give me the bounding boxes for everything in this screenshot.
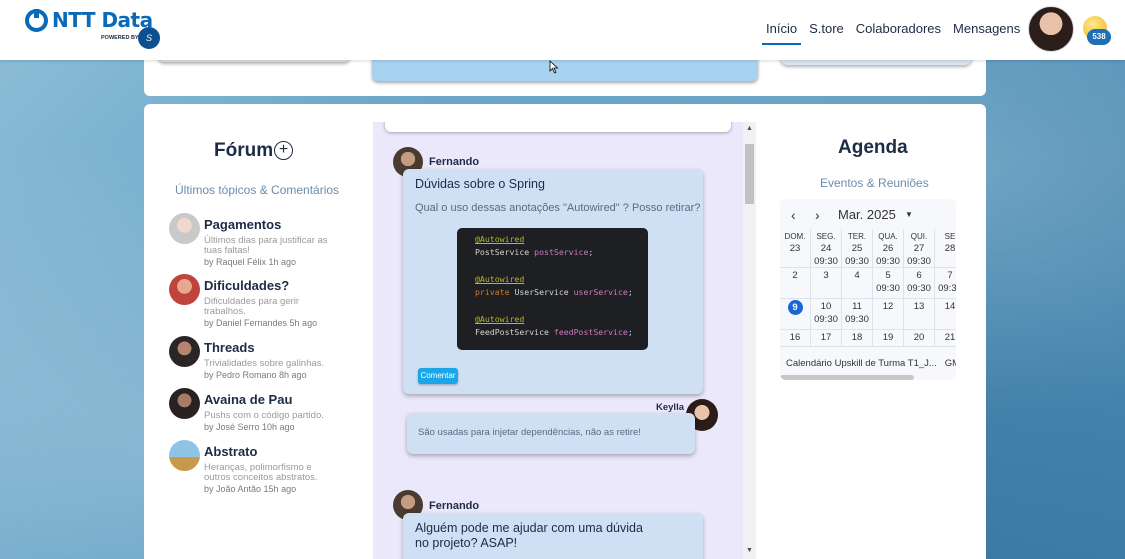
calendar-day-cell[interactable]: 19 — [873, 330, 904, 346]
calendar-day-cell[interactable]: 3 — [811, 268, 842, 298]
reply-bubble: São usadas para injetar dependências, nã… — [407, 413, 695, 454]
powered-badge: S — [138, 27, 160, 49]
topic-title: Abstrato — [204, 444, 258, 459]
post-author: Fernando — [429, 156, 480, 168]
calendar-day-cell[interactable]: 12 — [873, 299, 904, 329]
topic-description: Pushs com o código partido. by José Serro… — [204, 411, 339, 433]
post-bubble: Alguém pode me ajudar com uma dúvida no … — [403, 513, 703, 559]
topic-title: Avaina de Pau — [204, 392, 293, 407]
topic-meta: by Pedro Romano 8h ago — [204, 370, 307, 380]
topic-description: Trivialidades sobre galinhas. by Pedro Ro… — [204, 359, 339, 381]
topic-title: Dificuldades? — [204, 278, 290, 293]
main-nav: Início S.tore Colaboradores Mensagens — [762, 21, 1028, 45]
post-bubble: Dúvidas sobre o Spring Qual o uso dessas… — [403, 169, 703, 394]
calendar-week-row: DOM. 23 SEG. 24 09:30 TER. 25 09:30 QUA. 26 09:… — [780, 229, 956, 268]
post-text: Qual o uso dessas anotações "Autowired" … — [415, 202, 701, 214]
topic-meta: by João Antão 15h ago — [204, 484, 297, 494]
comment-button[interactable]: Comentar — [418, 368, 458, 384]
agenda-title: Agenda — [838, 137, 908, 158]
topic-title: Threads — [204, 340, 255, 355]
calendar-day-cell[interactable]: TER. 25 09:30 — [842, 229, 873, 267]
reply-author: Keylla — [656, 402, 684, 413]
nav-colaboradores[interactable]: Colaboradores — [852, 21, 945, 45]
agenda-subtitle: Eventos & Reuniões — [820, 176, 929, 190]
calendar-month-label[interactable]: Mar. 2025 — [838, 207, 896, 222]
calendar-day-cell[interactable]: 4 — [842, 268, 873, 298]
calendar-day-cell[interactable]: 16 — [780, 330, 811, 346]
plus-circle-icon[interactable]: + — [274, 141, 293, 160]
post-author: Fernando — [429, 500, 480, 512]
calendar-day-cell[interactable]: 20 — [904, 330, 935, 346]
calendar-day-cell[interactable]: 2 — [780, 268, 811, 298]
topic-description: Últimos dias para justificar as tuas fal… — [204, 236, 339, 268]
post-title: Dúvidas sobre o Spring — [415, 177, 545, 191]
topic-description: Dificuldades para gerir trabalhos. by Dan… — [204, 297, 339, 329]
calendar-day-cell[interactable]: 21 — [935, 330, 956, 346]
powered-by-label: POWERED BY — [101, 35, 139, 41]
calendar-day-cell[interactable]: 10 09:30 — [811, 299, 842, 329]
calendar-week-row: 2 3 4 509:30 609:30 709:30 — [780, 268, 956, 299]
code-snippet: @Autowired PostService postService; @Aut… — [457, 228, 648, 350]
calendar-day-cell[interactable]: SEG. 24 09:30 — [811, 229, 842, 267]
calendar-grid: DOM. 23 SEG. 24 09:30 TER. 25 09:30 QUA. 26 09:… — [780, 229, 956, 347]
reply-text: São usadas para injetar dependências, nã… — [418, 427, 641, 438]
top-cards-strip — [144, 56, 986, 96]
topic-meta: by Raquel Félix 1h ago — [204, 257, 297, 267]
topic-meta: by Daniel Fernandes 5h ago — [204, 318, 318, 328]
logo-text: NTT Data — [52, 8, 153, 32]
topic-avatar — [169, 274, 200, 305]
calendar-week-row: 9 10 09:30 11 09:30 12 13 14 — [780, 299, 956, 330]
forum-subtitle: Últimos tópicos & Comentários — [175, 183, 340, 197]
topic-avatar — [169, 213, 200, 244]
nav-store[interactable]: S.tore — [805, 21, 848, 45]
topic-avatar — [169, 336, 200, 367]
chevron-left-icon[interactable]: ‹ — [791, 207, 796, 223]
topic-title: Pagamentos — [204, 217, 282, 232]
topic-avatar — [169, 388, 200, 419]
chevron-right-icon[interactable]: › — [815, 207, 820, 223]
calendar-day-cell[interactable]: 18 — [842, 330, 873, 346]
calendar-widget: ‹ › Mar. 2025 ▼ DOM. 23 SEG. 24 09:30 TER. 2… — [780, 199, 956, 380]
calendar-day-cell[interactable]: 13 — [904, 299, 935, 329]
calendar-day-cell[interactable]: QUA. 26 09:30 — [873, 229, 904, 267]
chat-scroll-thumb[interactable] — [745, 144, 754, 204]
user-avatar[interactable] — [1028, 6, 1074, 52]
topic-avatar — [169, 440, 200, 471]
calendar-day-cell[interactable]: 709:30 — [935, 268, 956, 298]
post-title: Alguém pode me ajudar com uma dúvida no … — [415, 521, 643, 550]
calendar-day-cell[interactable]: 14 — [935, 299, 956, 329]
calendar-horizontal-scrollbar[interactable] — [780, 375, 914, 380]
topic-description: Heranças, polimorfismo e outros conceito… — [204, 463, 339, 495]
dropdown-arrow-icon[interactable]: ▼ — [905, 210, 913, 219]
nav-inicio[interactable]: Início — [762, 21, 802, 45]
coin-count-badge: 538 — [1087, 29, 1111, 45]
previous-message-edge — [385, 122, 731, 132]
calendar-name: Calendário Upskill de Turma T1_J... GM — [786, 358, 956, 369]
calendar-day-cell[interactable]: 11 09:30 — [842, 299, 873, 329]
calendar-day-cell[interactable]: DOM. 23 — [780, 229, 811, 267]
logo-ring-icon — [25, 9, 48, 32]
calendar-day-cell[interactable]: 17 — [811, 330, 842, 346]
scroll-up-arrow-icon[interactable]: ▲ — [746, 125, 753, 132]
forum-chat-panel[interactable]: Fernando Dúvidas sobre o Spring Qual o u… — [373, 122, 756, 559]
calendar-week-row: 16 17 18 19 20 21 — [780, 330, 956, 347]
forum-title: Fórum — [214, 140, 274, 161]
ntt-data-logo[interactable]: NTT Data POWERED BY S — [25, 8, 165, 50]
mouse-cursor-icon — [549, 60, 559, 74]
calendar-day-cell[interactable]: 5 09:30 — [873, 268, 904, 298]
top-navbar: NTT Data POWERED BY S Início S.tore Cola… — [0, 0, 1125, 60]
calendar-today-cell[interactable]: 9 — [780, 299, 811, 329]
calendar-day-cell[interactable]: SE 28 — [935, 229, 956, 267]
scroll-down-arrow-icon[interactable]: ▼ — [746, 547, 753, 554]
topic-meta: by José Serro 10h ago — [204, 422, 295, 432]
calendar-day-cell[interactable]: 6 09:30 — [904, 268, 935, 298]
calendar-day-cell[interactable]: QUI. 27 09:30 — [904, 229, 935, 267]
nav-mensagens[interactable]: Mensagens — [949, 21, 1024, 45]
